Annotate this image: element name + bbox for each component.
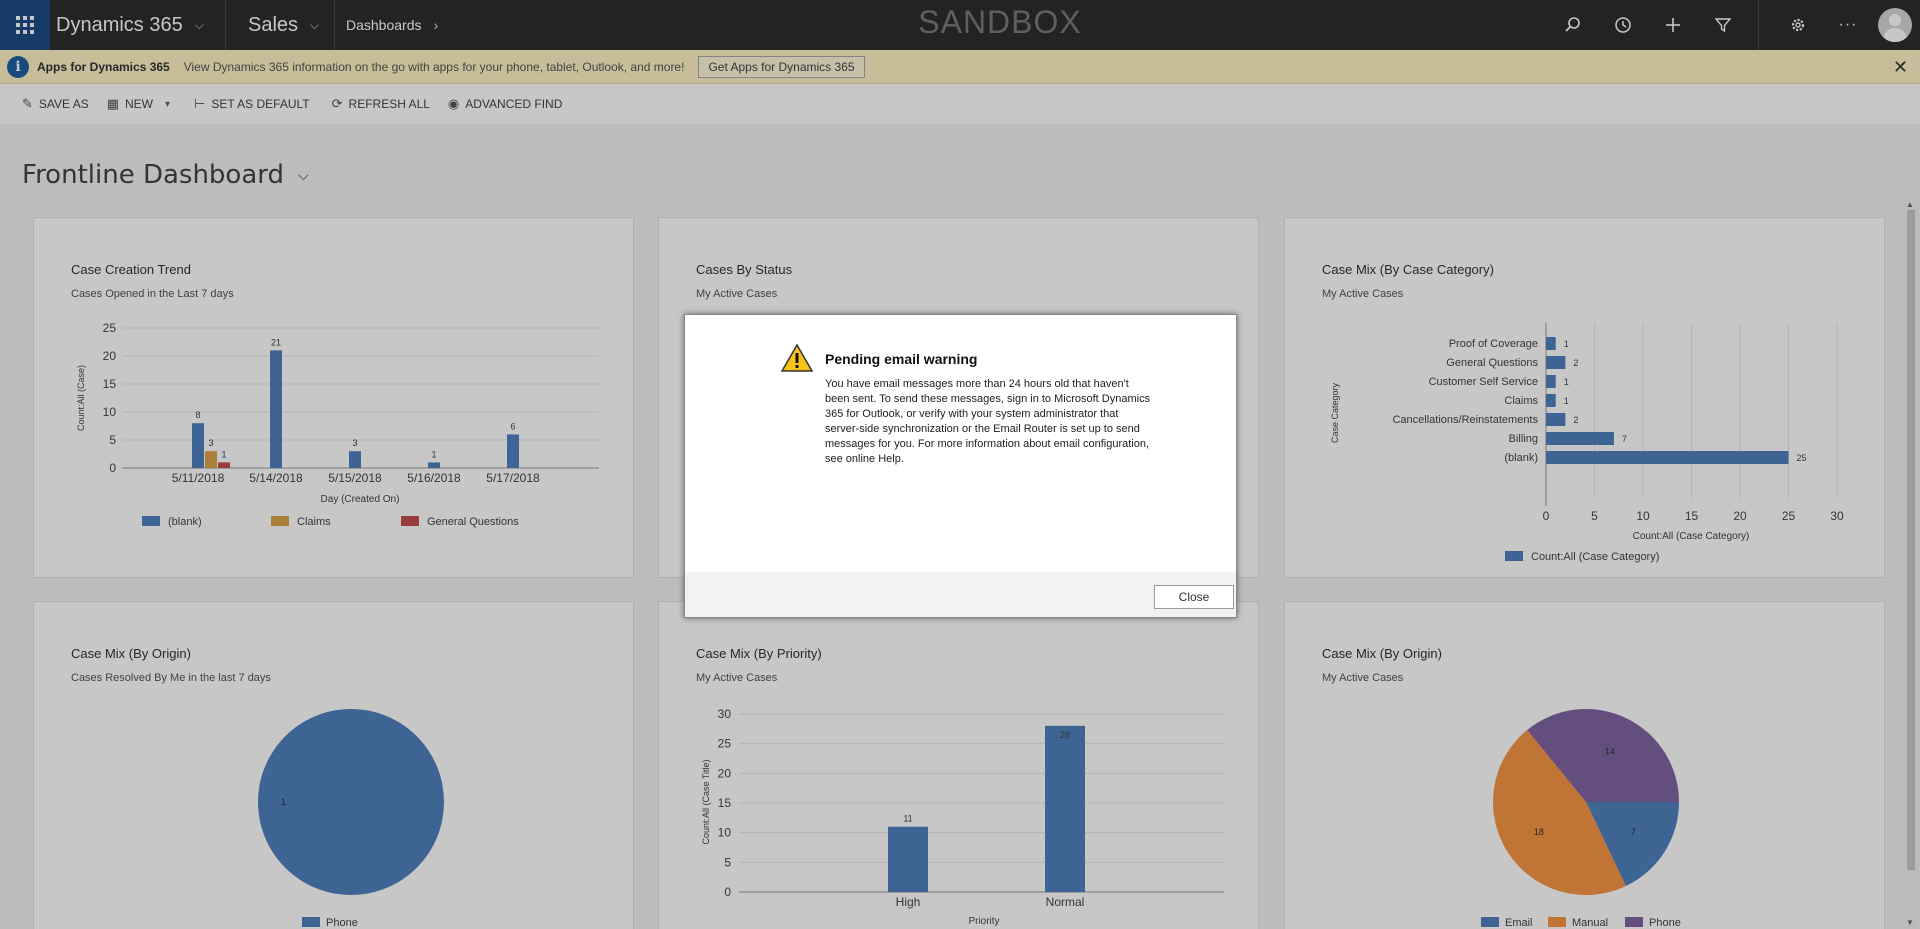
dialog-message: You have email messages more than 24 hou… [825,378,1151,465]
dialog-footer: Close [685,572,1236,617]
warning-icon [780,343,814,372]
dialog-title: Pending email warning [825,351,978,367]
pending-email-warning-dialog: Pending email warning You have email mes… [684,314,1237,618]
close-button[interactable]: Close [1154,585,1234,609]
